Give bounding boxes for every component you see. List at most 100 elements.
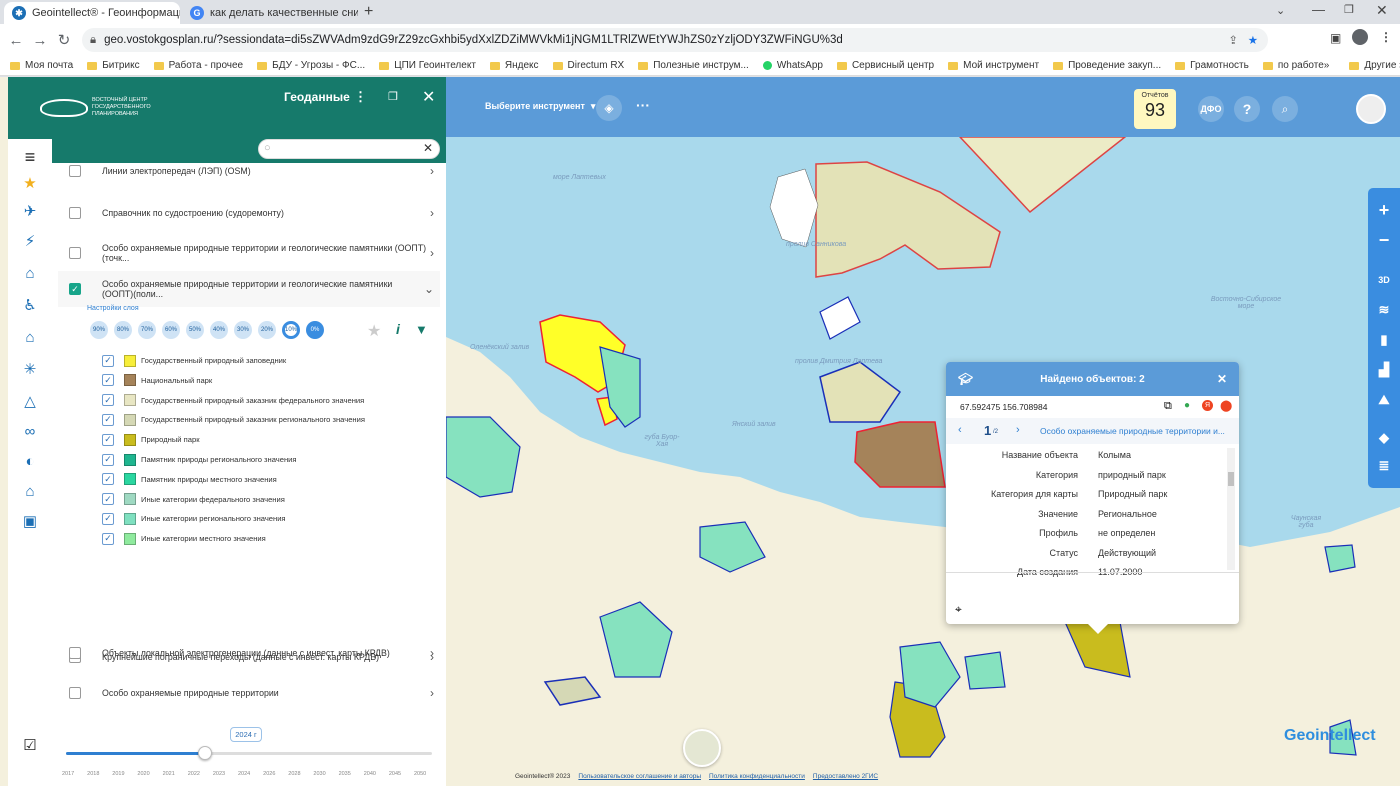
chevron-right-icon[interactable]: ›	[430, 164, 434, 178]
legend-item[interactable]: ✓ Государственный природный заказник реги…	[102, 410, 365, 429]
timeline-year[interactable]: 2023	[213, 771, 225, 777]
molecule-icon[interactable]: ∞	[20, 421, 40, 441]
timeline-year[interactable]: 2017	[62, 771, 74, 777]
help-button[interactable]: ?	[1234, 96, 1260, 122]
footer-link-privacy[interactable]: Политика конфиденциальности	[709, 773, 805, 780]
popup-close-icon[interactable]: ✕	[1217, 372, 1227, 386]
satellite-icon[interactable]: ✈︎	[20, 201, 40, 221]
warning-icon[interactable]: △	[20, 391, 40, 411]
chevron-down-icon[interactable]: ⌄	[424, 282, 434, 296]
timeline-handle[interactable]	[198, 746, 213, 760]
network-icon[interactable]: ✳︎	[20, 359, 40, 379]
terrain-icon[interactable]: ⛰︎	[1368, 388, 1400, 412]
traffic-light-icon[interactable]: ▮	[1368, 328, 1400, 352]
panel-menu-icon[interactable]: ⋮	[354, 89, 367, 105]
industry-icon[interactable]: ⌂	[20, 263, 40, 283]
layer-checkbox-checked[interactable]: ✓	[69, 283, 81, 295]
legend-checkbox[interactable]: ✓	[102, 413, 114, 426]
bookmark-item[interactable]: Работа - прочее	[153, 60, 243, 71]
layer-settings-link[interactable]: Настройки слоя	[87, 305, 139, 312]
zoom-in-button[interactable]: +	[1368, 198, 1400, 222]
legend-checkbox[interactable]: ✓	[102, 493, 114, 506]
yandex-maps-icon[interactable]: Я	[1202, 400, 1213, 411]
bookmarks-more[interactable]: »	[1324, 60, 1330, 71]
dfo-button[interactable]: ДФО	[1198, 96, 1224, 122]
layer-checkbox[interactable]	[69, 165, 81, 177]
timeline-track[interactable]	[66, 746, 432, 760]
back-arrow-icon[interactable]: ←	[4, 32, 28, 49]
legend-checkbox[interactable]: ✓	[102, 354, 114, 367]
hamburger-menu-icon[interactable]: ≡	[20, 147, 40, 167]
forward-arrow-icon[interactable]: →	[28, 32, 52, 49]
zoom-out-button[interactable]: −	[1368, 228, 1400, 252]
layer-row[interactable]	[58, 711, 440, 721]
wind-icon[interactable]: ≋	[1368, 298, 1400, 322]
wave-icon[interactable]: ◐	[20, 451, 40, 471]
legend-item[interactable]: ✓ Природный парк	[102, 430, 200, 449]
timeline-year[interactable]: 2020	[137, 771, 149, 777]
minimize-icon[interactable]: —	[1312, 2, 1325, 17]
timeline-year[interactable]: 2030	[313, 771, 325, 777]
legend-item[interactable]: ✓ Иные категории регионального значения	[102, 509, 286, 528]
opacity-option[interactable]: 90%	[90, 321, 108, 339]
layer-search-input[interactable]: ○ ✕	[258, 139, 440, 159]
layer-checkbox[interactable]	[69, 247, 81, 259]
panel-close-icon[interactable]: ✕	[422, 87, 435, 107]
browser-menu-icon[interactable]: ⋮	[1380, 30, 1392, 44]
favorites-star-icon[interactable]: ★	[20, 173, 40, 193]
more-icon[interactable]: ···	[636, 97, 650, 113]
legend-checkbox[interactable]: ✓	[102, 473, 114, 486]
bookmark-item[interactable]: Моя почта	[10, 60, 73, 71]
sidebar-toggle-icon[interactable]: ▣	[1330, 31, 1341, 45]
opacity-option-selected[interactable]: 10%	[282, 321, 300, 339]
legend-item[interactable]: ✓ Памятник природы регионального значения	[102, 450, 297, 469]
opacity-option[interactable]: 40%	[210, 321, 228, 339]
layer-checkbox[interactable]	[69, 207, 81, 219]
timeline-year[interactable]: 2026	[263, 771, 275, 777]
timeline-year[interactable]: 2021	[163, 771, 175, 777]
scrollbar-thumb[interactable]	[1228, 472, 1234, 486]
layer-checkbox[interactable]	[69, 647, 81, 659]
layer-row[interactable]: Объекты локальной электрогенерации (данн…	[58, 635, 440, 671]
legend-item[interactable]: ✓ Иные категории федерального значения	[102, 490, 285, 509]
profile-avatar-icon[interactable]	[1352, 29, 1368, 45]
checklist-icon[interactable]: ☑	[20, 735, 40, 755]
search-icon[interactable]: ⌕	[1272, 96, 1298, 122]
timeline-year[interactable]: 2045	[389, 771, 401, 777]
bookmark-item[interactable]: ЦПИ Геоинтелект	[379, 60, 476, 71]
other-bookmarks[interactable]: Другие закладки	[1349, 60, 1400, 71]
institution-icon[interactable]: ⌂	[20, 327, 40, 347]
layer-row[interactable]: Особо охраняемые природные территории и …	[58, 235, 440, 271]
copy-icon[interactable]: ⧉	[1164, 400, 1172, 413]
bookmark-item[interactable]: по работе	[1262, 60, 1324, 71]
timeline-year[interactable]: 2028	[288, 771, 300, 777]
opacity-option[interactable]: 0%	[306, 321, 324, 339]
opacity-option[interactable]: 80%	[114, 321, 132, 339]
footer-link-2gis[interactable]: Предоставлено 2ГИС	[813, 773, 878, 780]
favorite-star-icon[interactable]: ★	[367, 321, 381, 341]
timeline-year[interactable]: 2024	[238, 771, 250, 777]
opacity-option[interactable]: 20%	[258, 321, 276, 339]
legend-item[interactable]: ✓ Государственный природный заказник феде…	[102, 391, 364, 410]
opacity-option[interactable]: 50%	[186, 321, 204, 339]
tool-select[interactable]: Выберите инструмент ▾	[485, 101, 595, 112]
building-icon[interactable]: ▟	[1368, 358, 1400, 382]
filter-icon[interactable]: ▼	[415, 322, 428, 337]
legend-item[interactable]: ✓ Государственный природный заповедник	[102, 351, 286, 370]
bus-icon[interactable]: ▣	[20, 511, 40, 531]
bookmark-item[interactable]: Битрикс	[87, 60, 140, 71]
legend-checkbox[interactable]: ✓	[102, 394, 114, 407]
tab-search-chevron-icon[interactable]: ⌄	[1276, 4, 1285, 17]
layer-checkbox[interactable]	[69, 687, 81, 699]
bookmark-item[interactable]: Сервисный центр	[836, 60, 934, 71]
tab-google[interactable]: G как делать качественные снимк... ✕	[182, 2, 358, 24]
bookmark-whatsapp[interactable]: WhatsApp	[762, 60, 823, 71]
chevron-right-icon[interactable]: ›	[430, 646, 434, 660]
bookmark-item[interactable]: Полезные инструм...	[638, 60, 749, 71]
url-input[interactable]: 🔒︎ geo.vostokgosplan.ru/?sessiondata=di5…	[82, 28, 1268, 52]
timeline-year[interactable]: 2019	[112, 771, 124, 777]
bookmark-item[interactable]: БДУ - Угрозы - ФС...	[257, 60, 365, 71]
clear-search-icon[interactable]: ✕	[423, 141, 433, 155]
tab-geointellect[interactable]: ✱ Geointellect® - Геоинформацио... ✕	[4, 2, 180, 24]
legend-checkbox[interactable]: ✓	[102, 532, 114, 545]
